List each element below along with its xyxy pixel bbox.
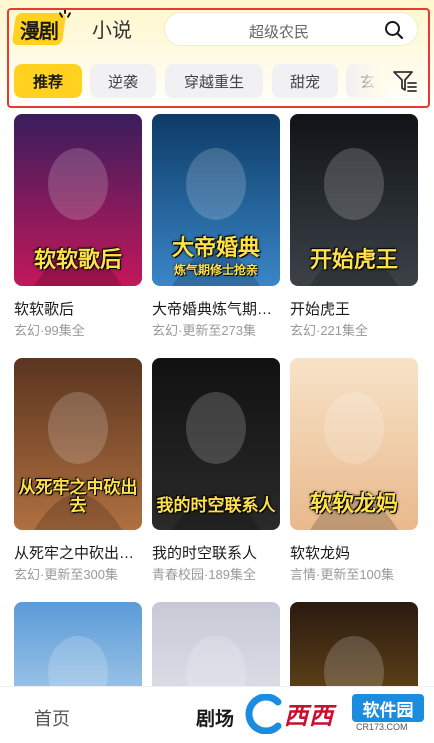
cover-subtitle-text: 炼气期修士抢亲 bbox=[173, 263, 258, 277]
drama-cover-image[interactable]: 我的时空联系人 bbox=[152, 358, 280, 530]
drama-cover-image[interactable]: 大帝婚典炼气期修士抢亲 bbox=[152, 114, 280, 286]
watermark-badge: 软件园 bbox=[352, 694, 424, 722]
drama-cover-image[interactable]: 软软龙妈 bbox=[290, 358, 418, 530]
drama-title[interactable]: 软软龙妈 bbox=[290, 542, 424, 563]
drama-meta: 玄幻·更新至300集 bbox=[14, 567, 119, 582]
drama-title[interactable]: 我的时空联系人 bbox=[152, 542, 286, 563]
drama-title[interactable]: 从死牢之中砍出… bbox=[14, 542, 148, 563]
top-header: 漫剧 小说 超级农民 推荐 逆袭 穿越重生 甜宠 玄 bbox=[0, 0, 434, 112]
cover-title-text: 从死牢之中砍出去 bbox=[18, 477, 138, 516]
cover-title-text: 开始虎王 bbox=[309, 246, 398, 272]
watermark-c-icon bbox=[245, 694, 282, 734]
drama-cover-image[interactable]: 开始虎王 bbox=[290, 114, 418, 286]
drama-cover-image[interactable]: 软软歌后 bbox=[14, 114, 142, 286]
sparkle-icon bbox=[58, 8, 72, 20]
drama-title[interactable]: 软软歌后 bbox=[14, 298, 148, 319]
drama-meta: 言情·更新至100集 bbox=[290, 567, 395, 582]
drama-meta: 玄幻·99集全 bbox=[14, 323, 85, 338]
drama-cover-image[interactable]: 从死牢之中砍出去 bbox=[14, 358, 142, 530]
nav-theater[interactable]: 剧场 bbox=[196, 704, 234, 731]
app-logo[interactable]: 漫剧 bbox=[11, 13, 67, 45]
cover-title-text: 我的时空联系人 bbox=[156, 496, 276, 516]
drama-meta: 玄幻·221集全 bbox=[290, 323, 369, 338]
nav-home[interactable]: 首页 bbox=[34, 705, 70, 731]
search-placeholder: 超级农民 bbox=[249, 24, 310, 41]
drama-title[interactable]: 大帝婚典炼气期… bbox=[152, 298, 286, 319]
cover-title-text: 软软歌后 bbox=[33, 246, 122, 272]
category-tabs: 推荐 逆袭 穿越重生 甜宠 玄 bbox=[14, 64, 384, 98]
tabs-fade bbox=[346, 64, 386, 98]
watermark-text: 西西 bbox=[284, 703, 334, 730]
category-tab-romance[interactable]: 甜宠 bbox=[272, 64, 338, 98]
logo-text: 漫剧 bbox=[20, 20, 58, 43]
cover-title-text: 软软龙妈 bbox=[309, 490, 398, 516]
tab-novel[interactable]: 小说 bbox=[92, 14, 132, 43]
drama-title[interactable]: 开始虎王 bbox=[290, 298, 424, 319]
drama-meta: 玄幻·更新至273集 bbox=[152, 323, 257, 338]
cover-title-text: 大帝婚典 bbox=[171, 234, 260, 260]
category-tab-comeback[interactable]: 逆袭 bbox=[90, 64, 156, 98]
watermark-logo: 西西 软件园 CR173.COM bbox=[238, 692, 428, 738]
drama-meta: 青春校园·189集全 bbox=[152, 567, 257, 582]
search-icon[interactable] bbox=[383, 19, 405, 41]
search-bar[interactable]: 超级农民 bbox=[164, 12, 418, 46]
category-tab-recommended[interactable]: 推荐 bbox=[14, 64, 82, 98]
category-tab-time-travel[interactable]: 穿越重生 bbox=[165, 64, 263, 98]
filter-icon[interactable] bbox=[392, 68, 418, 94]
watermark-sub: CR173.COM bbox=[356, 722, 408, 732]
